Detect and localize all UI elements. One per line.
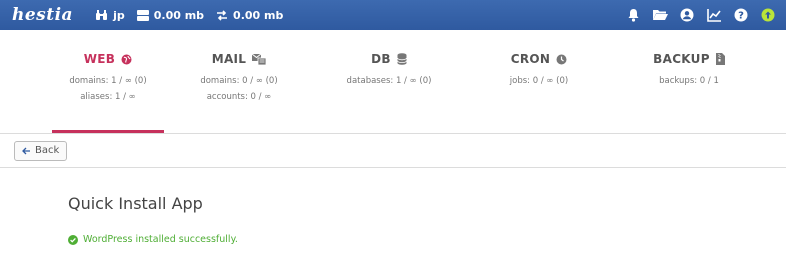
tab-db-label: DB — [371, 52, 391, 66]
hestia-logo[interactable]: hestia — [12, 5, 73, 25]
tab-backup[interactable]: BACKUP backups: 0 / 1 — [614, 30, 764, 133]
toolbar: Back — [0, 134, 786, 168]
top-bar: hestia jp 0.00 mb 0.00 mb ? — [0, 0, 786, 30]
check-circle-icon — [68, 234, 78, 245]
back-button-label: Back — [35, 145, 60, 156]
clock-icon — [556, 54, 567, 64]
folder-icon[interactable] — [652, 7, 668, 23]
user-account-icon[interactable] — [679, 7, 695, 23]
disk-usage: 0.00 mb — [136, 8, 205, 22]
summary-tabs: WEB domains: 1 / ∞ (0) aliases: 1 / ∞ MA… — [0, 30, 786, 134]
tab-cron[interactable]: CRON jobs: 0 / ∞ (0) — [464, 30, 614, 133]
main-content: Quick Install App WordPress installed su… — [0, 194, 786, 245]
binoculars-icon — [96, 9, 108, 20]
mail-icon — [252, 53, 267, 65]
notifications-bell-icon[interactable] — [625, 7, 641, 23]
update-arrow-icon[interactable] — [760, 7, 776, 23]
file-archive-icon — [715, 53, 725, 65]
tab-web-domains: domains: 1 / ∞ (0) — [69, 76, 147, 86]
exchange-arrows-icon — [217, 9, 228, 21]
help-icon[interactable]: ? — [733, 7, 749, 23]
tab-cron-label: CRON — [510, 52, 551, 66]
bandwidth-value: 0.00 mb — [233, 8, 284, 22]
page-title: Quick Install App — [68, 194, 203, 213]
tab-db[interactable]: DB databases: 1 / ∞ (0) — [314, 30, 464, 133]
tab-cron-jobs: jobs: 0 / ∞ (0) — [509, 76, 569, 86]
success-alert: WordPress installed successfully. — [68, 234, 786, 245]
tab-web-aliases: aliases: 1 / ∞ — [80, 92, 136, 102]
hard-drive-icon — [136, 9, 149, 21]
success-message: WordPress installed successfully. — [83, 234, 238, 245]
svg-text:?: ? — [738, 11, 744, 22]
tab-backup-backups: backups: 0 / 1 — [659, 76, 719, 86]
back-button[interactable]: Back — [14, 140, 68, 161]
database-icon — [396, 53, 407, 65]
statistics-chart-icon[interactable] — [706, 7, 722, 23]
tab-mail-accounts: accounts: 0 / ∞ — [206, 92, 272, 102]
arrow-left-icon — [22, 147, 30, 154]
username: jp — [113, 8, 125, 22]
globe-icon — [121, 54, 132, 64]
tab-backup-label: BACKUP — [653, 52, 710, 66]
tab-mail-domains: domains: 0 / ∞ (0) — [200, 76, 278, 86]
tab-web-label: WEB — [83, 52, 116, 66]
tab-mail[interactable]: MAIL domains: 0 / ∞ (0) accounts: 0 / ∞ — [164, 30, 314, 133]
user-menu[interactable]: jp — [95, 9, 125, 22]
tab-web[interactable]: WEB domains: 1 / ∞ (0) aliases: 1 / ∞ — [52, 30, 164, 133]
tab-db-databases: databases: 1 / ∞ (0) — [346, 76, 432, 86]
tab-mail-label: MAIL — [211, 52, 247, 66]
bandwidth-usage: 0.00 mb — [216, 9, 283, 22]
disk-usage-value: 0.00 mb — [153, 8, 205, 22]
